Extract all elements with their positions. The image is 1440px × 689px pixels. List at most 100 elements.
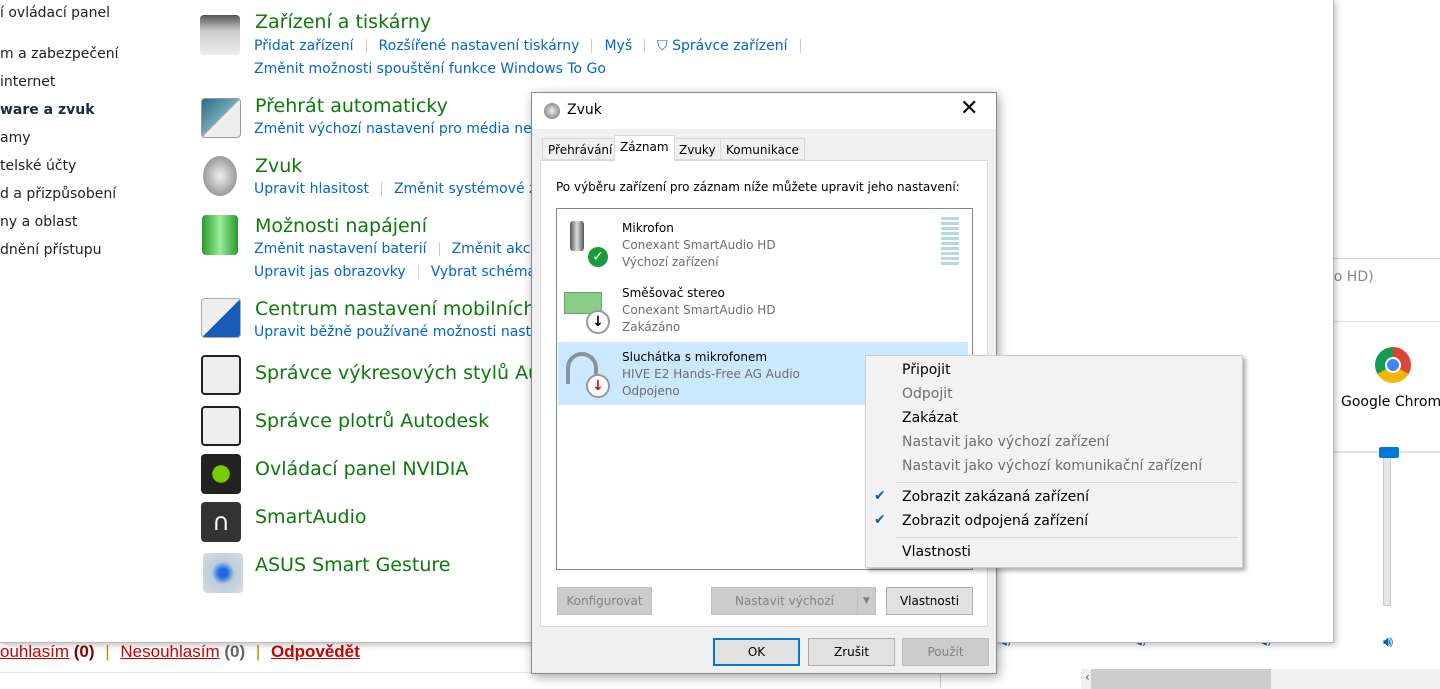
device-manager-link[interactable]: Správce zařízení: [672, 38, 787, 54]
menu-item-connect[interactable]: Připojit: [902, 362, 951, 378]
apply-button[interactable]: Použít: [902, 638, 989, 666]
plot-style-printer-icon: [201, 355, 241, 395]
change-system-sounds-link[interactable]: Změnit systémové zvu: [394, 181, 554, 197]
horizontal-scrollbar[interactable]: ‹: [1081, 669, 1440, 689]
category-links: Změnit nastavení baterií Změnit akce t: [254, 241, 549, 257]
speaker-icon: [203, 156, 237, 196]
device-status: Výchozí zařízení: [622, 255, 719, 269]
menu-item-properties[interactable]: Vlastnosti: [902, 544, 971, 560]
device-driver: Conexant SmartAudio HD: [622, 303, 776, 317]
properties-button[interactable]: Vlastnosti: [886, 587, 973, 615]
reply-link[interactable]: Odpovědět: [271, 642, 360, 661]
volume-slider-thumb[interactable]: [1379, 447, 1399, 458]
sidebar-item-ease-of-access[interactable]: dnění přístupu: [0, 242, 102, 258]
sidebar-item-system-security[interactable]: m a zabezpečení: [0, 46, 118, 62]
device-driver: HIVE E2 Hands-Free AG Audio: [622, 367, 800, 381]
category-sound[interactable]: Zvuk: [255, 155, 302, 177]
shield-icon: ⛉: [657, 38, 668, 54]
screen-brightness-link[interactable]: Upravit jas obrazovky: [254, 264, 406, 280]
instruction-text: Po výběru zařízení pro záznam níže můžet…: [556, 180, 960, 194]
sidebar-item-region[interactable]: ny a oblast: [0, 214, 77, 230]
category-links: Upravit hlasitost Změnit systémové zvu: [254, 181, 554, 197]
headset-icon: ↓: [564, 350, 610, 398]
category-devices-printers[interactable]: Zařízení a tiskárny: [255, 11, 431, 33]
category-power[interactable]: Možnosti napájení: [255, 215, 427, 237]
check-icon: ✔: [874, 512, 886, 528]
level-meter: [941, 217, 959, 267]
windows-to-go-link[interactable]: Změnit možnosti spouštění funkce Windows…: [254, 61, 606, 77]
set-default-button[interactable]: Nastavit výchozí: [711, 587, 858, 615]
device-status: Zakázáno: [622, 320, 681, 334]
tab-playback[interactable]: Přehrávání: [542, 138, 619, 160]
divider: [1331, 321, 1440, 322]
tab-recording[interactable]: Záznam: [614, 135, 675, 161]
menu-item-set-default-communication[interactable]: Nastavit jako výchozí komunikační zaříze…: [902, 458, 1202, 474]
ok-button[interactable]: OK: [713, 638, 800, 666]
category-autoplay[interactable]: Přehrát automaticky: [255, 95, 448, 117]
device-name: Směšovač stereo: [622, 286, 725, 300]
separator: |: [105, 642, 110, 661]
sidebar-item-network[interactable]: internet: [0, 74, 55, 90]
category-mobility-center[interactable]: Centrum nastavení mobilních za: [255, 298, 563, 320]
context-menu: Připojit Odpojit Zakázat Nastavit jako v…: [865, 355, 1243, 568]
battery-settings-link[interactable]: Změnit nastavení baterií: [254, 241, 427, 257]
category-nvidia[interactable]: Ovládací panel NVIDIA: [255, 458, 468, 480]
adjust-volume-link[interactable]: Upravit hlasitost: [254, 181, 369, 197]
title-bar: Zvuk ✕: [532, 93, 996, 129]
disagree-link[interactable]: Nesouhlasím: [120, 642, 219, 661]
sidebar-item-user-accounts[interactable]: telské účty: [0, 158, 76, 174]
comment-actions: ouhlasím (0) | Nesouhlasím (0) | Odpověd…: [0, 642, 360, 662]
disagree-count: (0): [224, 642, 246, 661]
category-plotter-manager[interactable]: Správce plotrů Autodesk: [255, 410, 489, 432]
category-smart-gesture[interactable]: ASUS Smart Gesture: [255, 554, 450, 576]
sidebar-item-programs[interactable]: amy: [0, 130, 31, 146]
menu-item-disconnect[interactable]: Odpojit: [902, 386, 953, 402]
nvidia-icon: [201, 454, 241, 494]
set-default-dropdown-arrow[interactable]: ▼: [857, 587, 876, 615]
list-item-stereo-mix[interactable]: ↓ Směšovač stereo Conexant SmartAudio HD…: [558, 278, 968, 341]
scrollbar-thumb[interactable]: [1091, 669, 1271, 689]
device-status: Odpojeno: [622, 384, 680, 398]
sidebar-item-appearance[interactable]: d a přizpůsobení: [0, 186, 116, 202]
sidebar-item-home[interactable]: í ovládací panel: [0, 5, 110, 21]
sound-card-icon: ↓: [564, 286, 610, 334]
speaker-icon[interactable]: 🔊︎: [1383, 632, 1393, 652]
agree-count: (0): [73, 642, 95, 661]
agree-link[interactable]: ouhlasím: [0, 642, 69, 661]
tab-communications[interactable]: Komunikace: [720, 138, 805, 160]
menu-item-set-default[interactable]: Nastavit jako výchozí zařízení: [902, 434, 1109, 450]
menu-item-show-disconnected[interactable]: Zobrazit odpojená zařízení: [902, 513, 1088, 529]
tab-sounds[interactable]: Zvuky: [673, 138, 722, 160]
close-button[interactable]: ✕: [960, 96, 978, 121]
device-driver: Conexant SmartAudio HD: [622, 238, 776, 252]
mobility-settings-link[interactable]: Upravit běžně používané možnosti nastave: [254, 324, 557, 340]
default-check-icon: ✓: [586, 245, 610, 269]
menu-item-show-disabled[interactable]: Zobrazit zakázaná zařízení: [902, 489, 1089, 505]
menu-item-disable[interactable]: Zakázat: [902, 410, 958, 426]
mouse-link[interactable]: Myš: [604, 38, 632, 54]
device-name: Mikrofon: [622, 221, 674, 235]
menu-separator: [896, 537, 1238, 538]
configure-button[interactable]: Konfigurovat: [557, 587, 652, 615]
advanced-printer-link[interactable]: Rozšířené nastavení tiskárny: [379, 38, 580, 54]
touchpad-icon: [203, 553, 243, 593]
microphone-icon: ✓: [564, 221, 610, 269]
printer-camera-icon: [200, 15, 240, 55]
headphones-icon: ∩: [201, 502, 241, 542]
sidebar-item-hardware-sound[interactable]: ware a zvuk: [0, 102, 95, 118]
chrome-icon: [1375, 347, 1411, 383]
volume-slider-track[interactable]: [1383, 451, 1391, 606]
category-smartaudio[interactable]: SmartAudio: [255, 506, 366, 528]
mixer-app-name: Google Chrome: [1341, 394, 1440, 410]
plotter-icon: [201, 406, 241, 446]
add-device-link[interactable]: Přidat zařízení: [254, 38, 354, 54]
menu-separator: [896, 482, 1238, 483]
mobility-center-icon: [201, 298, 241, 338]
cancel-button[interactable]: Zrušit: [808, 638, 895, 666]
category-plot-styles[interactable]: Správce výkresových stylů Auto: [255, 362, 559, 384]
autoplay-defaults-link[interactable]: Změnit výchozí nastavení pro média nebo: [254, 121, 549, 137]
dialog-title: Zvuk: [567, 102, 602, 118]
list-item-microphone[interactable]: ✓ Mikrofon Conexant SmartAudio HD Výchoz…: [558, 213, 968, 276]
category-links: Upravit jas obrazovky Vybrat schéma n: [254, 264, 549, 280]
battery-icon: [202, 215, 238, 255]
